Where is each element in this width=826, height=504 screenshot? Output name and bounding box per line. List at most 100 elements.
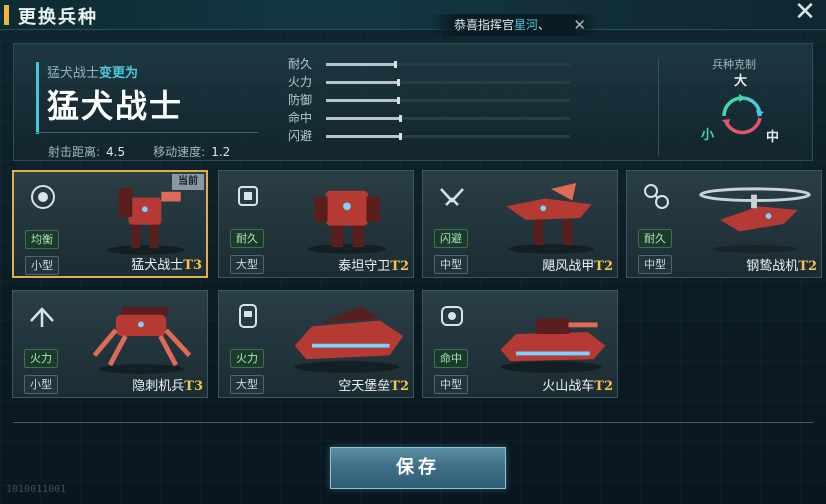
unit-tier: T2 [390,259,409,274]
unit-name-box: 猛犬战士变更为 猛犬战士 [36,62,258,134]
attribute-fill [326,63,395,66]
unit-trait-tag: 耐久 [230,229,264,248]
unit-size-tag: 大型 [230,255,264,274]
attribute-row: 命中 [288,109,578,127]
class-balanced-icon [28,182,58,212]
attribute-marker [399,115,403,122]
toast-player-name: 星河 [514,18,539,32]
attribute-label: 防御 [288,93,313,107]
attribute-row: 耐久 [288,55,578,73]
attribute-row: 火力 [288,73,578,91]
attribute-label: 命中 [288,111,313,125]
unit-size-tag: 中型 [638,255,672,274]
unit-mech-image [487,177,613,255]
footer-divider [13,422,813,423]
range-label: 射击距离: [48,145,101,159]
attribute-track [326,79,570,86]
unit-size-tag: 中型 [434,375,468,394]
unit-trait-tag: 命中 [434,349,468,368]
unit-size-tag: 小型 [24,375,58,394]
range-value: 4.5 [106,145,126,159]
class-durability-icon [233,181,263,211]
title-accent-bar [4,5,9,25]
unit-trait-tag: 火力 [24,349,58,368]
unit-trait-tag: 火力 [230,349,264,368]
counter-diagram: 兵种克制 大 小 中 [690,54,800,154]
unit-trait-tag: 耐久 [638,229,672,248]
save-button[interactable]: 保存 [330,447,506,489]
attribute-marker [399,133,403,140]
unit-name-label: 隐刺机兵T3 [132,375,203,394]
unit-tier: T3 [183,258,202,273]
unit-tier: T3 [184,379,203,394]
unit-mech-image [283,177,409,255]
attribute-label: 闪避 [288,129,313,143]
attribute-marker [396,79,400,86]
counter-divider [658,58,659,156]
speed-value: 1.2 [211,145,231,159]
counter-small-label: 小 [701,128,715,143]
unit-name: 空天堡垒 [338,379,391,394]
unit-stats-line: 射击距离: 4.5 移动速度: 1.2 [48,143,258,160]
counter-medium-label: 中 [766,130,780,145]
close-x-icon[interactable]: ✕ [788,0,822,26]
unit-trait-tag: 均衡 [25,230,59,249]
unit-name: 泰坦守卫 [338,259,391,274]
selected-unit-name: 猛犬战士 [47,87,184,125]
unit-name-label: 飓风战甲T2 [542,255,613,274]
change-line: 猛犬战士变更为 [47,62,258,81]
attribute-label: 火力 [288,75,313,89]
unit-name-label: 空天堡垒T2 [338,375,409,394]
unit-mech-image [283,297,409,375]
unit-card[interactable]: 耐久大型 泰坦守卫T2 [218,170,414,278]
class-stealth-icon [27,301,57,331]
unit-tier: T2 [594,259,613,274]
attribute-track [326,61,570,68]
class-aircraft-icon [641,181,671,211]
current-unit-badge: 当前 [172,174,204,190]
class-fortress-icon [233,301,263,331]
unit-size-tag: 小型 [25,256,59,275]
change-from-name: 猛犬战士 [47,66,100,81]
attribute-fill [326,135,400,138]
unit-name: 猛犬战士 [131,258,184,273]
attribute-marker [396,97,400,104]
unit-card[interactable]: 火力大型 空天堡垒T2 [218,290,414,398]
unit-mech-image [77,297,203,375]
footer-code: 1010011001 [6,484,67,495]
notification-toast: 恭喜指挥官星河、 ✕ [430,14,600,36]
attribute-fill [326,117,400,120]
window-title: 更换兵种 [18,7,98,28]
attribute-track [326,133,570,140]
attribute-row: 防御 [288,91,578,109]
attribute-row: 闪避 [288,127,578,145]
unit-tier: T2 [390,379,409,394]
change-to-word: 变更为 [99,66,139,81]
attribute-marker [394,61,398,68]
unit-name: 火山战车 [542,379,595,394]
unit-trait-tag: 闪避 [434,229,468,248]
attribute-label: 耐久 [288,57,313,71]
unit-name-label: 火山战车T2 [542,375,613,394]
unit-name-label: 钢鸷战机T2 [746,255,817,274]
unit-card[interactable]: 闪避 中型 飓风战甲T2 [422,170,618,278]
attribute-fill [326,99,397,102]
attribute-track [326,97,570,104]
attribute-fill [326,81,397,84]
unit-name: 飓风战甲 [542,259,595,274]
unit-tier: T2 [594,379,613,394]
unit-card[interactable]: 火力小型 隐刺机兵T3 [12,290,208,398]
close-icon[interactable]: ✕ [573,14,586,36]
speed-label: 移动速度: [153,145,206,159]
toast-suffix: 、 [538,18,551,32]
counter-cycle-icon [722,94,764,135]
unit-name-label: 泰坦守卫T2 [338,255,409,274]
unit-mech-image [691,177,817,255]
unit-card[interactable]: 命中中型 火山战车T2 [422,290,618,398]
unit-name: 钢鸷战机 [746,259,799,274]
unit-card[interactable]: 均衡小型 猛犬战士T3 当前 [12,170,208,278]
unit-card[interactable]: 耐久中型 钢鸷战机T2 [626,170,822,278]
class-vehicle-icon [437,301,467,331]
unit-size-tag: 大型 [230,375,264,394]
attribute-track [326,115,570,122]
